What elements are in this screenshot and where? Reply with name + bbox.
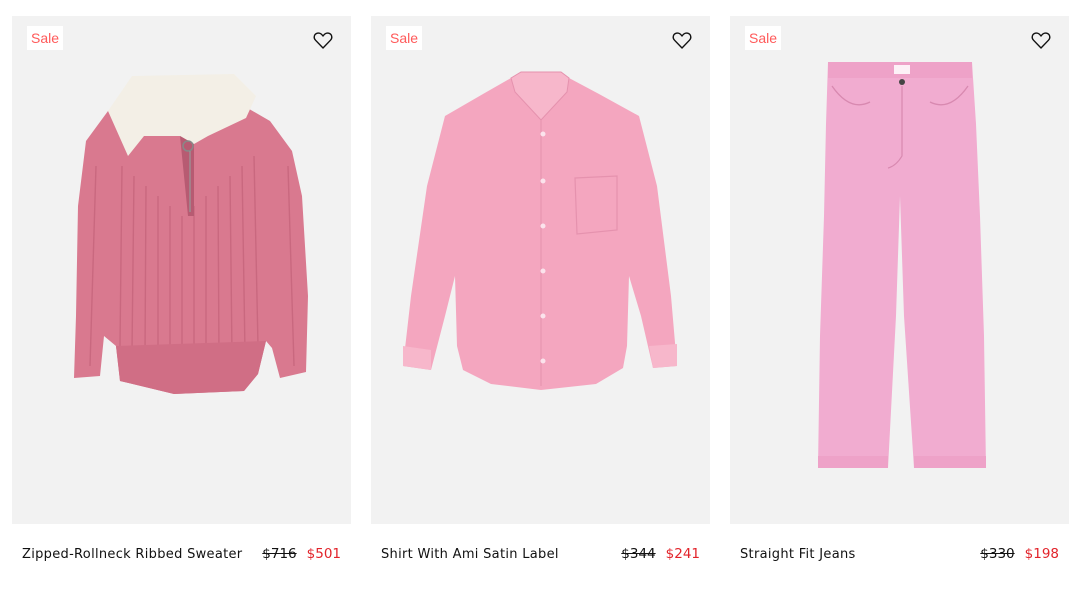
sale-price: $198	[1024, 546, 1059, 562]
sale-price: $241	[665, 546, 700, 562]
product-image-shirt[interactable]	[371, 16, 710, 524]
product-card[interactable]: Sale Straight Fit Jeans $330 $198	[730, 16, 1069, 584]
sale-badge: Sale	[27, 26, 64, 50]
price-group: $344 $241	[621, 546, 700, 562]
product-card[interactable]: Sale Zipped-Rollneck Ribbed Sweater $716…	[12, 16, 351, 584]
original-price: $330	[980, 546, 1015, 562]
product-image-sweater[interactable]	[12, 16, 351, 524]
price-group: $330 $198	[980, 546, 1059, 562]
sale-badge: Sale	[745, 26, 782, 50]
product-image-container[interactable]: Sale	[730, 16, 1069, 524]
product-info: Zipped-Rollneck Ribbed Sweater $716 $501	[12, 524, 351, 584]
product-name[interactable]: Straight Fit Jeans	[740, 547, 856, 562]
price-group: $716 $501	[262, 546, 341, 562]
heart-outline-icon[interactable]	[1029, 28, 1053, 52]
product-name[interactable]: Zipped-Rollneck Ribbed Sweater	[22, 547, 242, 562]
sale-badge: Sale	[386, 26, 423, 50]
product-name[interactable]: Shirt With Ami Satin Label	[381, 547, 559, 562]
sale-price: $501	[306, 546, 341, 562]
product-card[interactable]: Sale Shirt With Ami Satin Label $344 $24…	[371, 16, 710, 584]
product-info: Shirt With Ami Satin Label $344 $241	[371, 524, 710, 584]
product-image-jeans[interactable]	[730, 16, 1069, 524]
heart-outline-icon[interactable]	[670, 28, 694, 52]
product-grid: Sale Zipped-Rollneck Ribbed Sweater $716…	[12, 16, 1069, 584]
original-price: $344	[621, 546, 656, 562]
heart-outline-icon[interactable]	[311, 28, 335, 52]
product-image-container[interactable]: Sale	[371, 16, 710, 524]
product-info: Straight Fit Jeans $330 $198	[730, 524, 1069, 584]
product-image-container[interactable]: Sale	[12, 16, 351, 524]
original-price: $716	[262, 546, 297, 562]
